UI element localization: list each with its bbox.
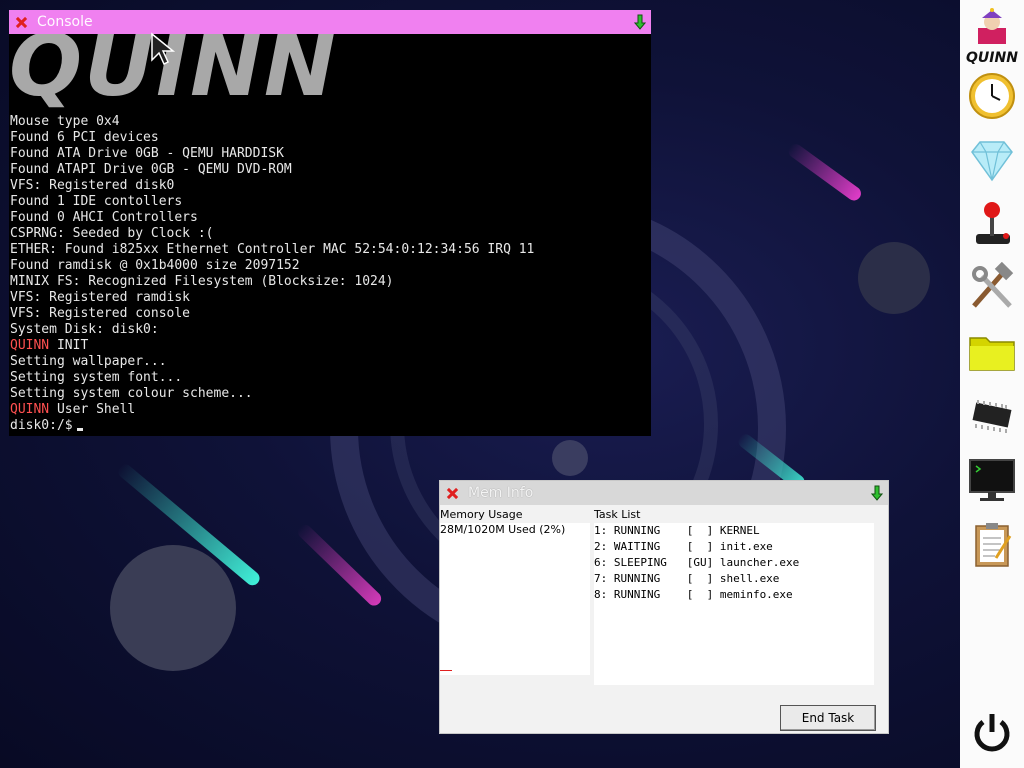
console-line: VFS: Registered console bbox=[10, 306, 534, 322]
console-line-text: Setting wallpaper... bbox=[10, 354, 167, 369]
task-row[interactable]: 2: WAITING [ ] init.exe bbox=[594, 539, 874, 555]
end-task-button[interactable]: End Task bbox=[780, 705, 876, 731]
console-line-text: VFS: Registered console bbox=[10, 306, 191, 321]
meminfo-window[interactable]: Mem Info Memory Usage 28M/1020M Used (2%… bbox=[439, 480, 889, 734]
console-line: CSPRNG: Seeded by Clock :( bbox=[10, 226, 534, 242]
console-line-text: Mouse type 0x4 bbox=[10, 114, 120, 129]
console-line: Found ramdisk @ 0x1b4000 size 2097152 bbox=[10, 258, 534, 274]
console-line: Found ATA Drive 0GB - QEMU HARDDISK bbox=[10, 146, 534, 162]
console-line: Found ATAPI Drive 0GB - QEMU DVD-ROM bbox=[10, 162, 534, 178]
console-line-text: VFS: Registered disk0 bbox=[10, 178, 175, 193]
dock: QUINN bbox=[960, 0, 1024, 768]
task-row[interactable]: 6: SLEEPING [GU] launcher.exe bbox=[594, 555, 874, 571]
task-row[interactable]: 8: RUNNING [ ] meminfo.exe bbox=[594, 587, 874, 603]
console-line-text: System Disk: disk0: bbox=[10, 322, 159, 337]
console-window[interactable]: Console QUINN Mouse type 0x4 Found 6 PCI … bbox=[9, 10, 651, 436]
chip-icon[interactable] bbox=[966, 390, 1018, 442]
console-titlebar[interactable]: Console bbox=[9, 10, 651, 34]
console-line-text: Setting system font... bbox=[10, 370, 183, 385]
memory-graph: 28M/1020M Used (2%) bbox=[440, 523, 590, 675]
task-list[interactable]: 1: RUNNING [ ] KERNEL 2: WAITING [ ] init… bbox=[594, 523, 874, 685]
console-line-text: Setting system colour scheme... bbox=[10, 386, 253, 401]
console-line-text: VFS: Registered ramdisk bbox=[10, 290, 191, 305]
power-icon[interactable] bbox=[966, 708, 1018, 760]
console-prompt-line[interactable]: disk0:/$ bbox=[10, 418, 534, 434]
console-line: VFS: Registered ramdisk bbox=[10, 290, 534, 306]
console-line-prefix: QUINN bbox=[10, 338, 50, 353]
console-line-text: Found 6 PCI devices bbox=[10, 130, 159, 145]
console-lines: Mouse type 0x4 Found 6 PCI devices Found A… bbox=[10, 114, 534, 434]
quinn-launcher-icon[interactable]: QUINN bbox=[966, 8, 1018, 66]
console-line: QUINN INIT bbox=[10, 338, 534, 354]
text-cursor bbox=[76, 428, 83, 431]
console-line-text: Found ATAPI Drive 0GB - QEMU DVD-ROM bbox=[10, 162, 292, 177]
console-line: Setting system colour scheme... bbox=[10, 386, 534, 402]
diamond-icon[interactable] bbox=[966, 134, 1018, 186]
task-row[interactable]: 7: RUNNING [ ] shell.exe bbox=[594, 571, 874, 587]
console-output[interactable]: QUINN Mouse type 0x4 Found 6 PCI devices F… bbox=[9, 34, 651, 436]
folder-icon[interactable] bbox=[966, 326, 1018, 378]
jester-icon bbox=[978, 8, 1006, 44]
meminfo-titlebar[interactable]: Mem Info bbox=[440, 481, 888, 505]
meminfo-title: Mem Info bbox=[468, 485, 534, 501]
clock-icon[interactable] bbox=[966, 70, 1018, 122]
notepad-icon[interactable] bbox=[966, 518, 1018, 570]
console-line-text: CSPRNG: Seeded by Clock :( bbox=[10, 226, 214, 241]
console-close-icon[interactable] bbox=[9, 10, 33, 34]
memory-usage-bar bbox=[440, 670, 452, 671]
memory-usage-value: 28M/1020M Used (2%) bbox=[440, 523, 566, 536]
task-row[interactable]: 1: RUNNING [ ] KERNEL bbox=[594, 523, 874, 539]
console-line: VFS: Registered disk0 bbox=[10, 178, 534, 194]
console-line: Found 1 IDE contollers bbox=[10, 194, 534, 210]
console-line-text: Found 0 AHCI Controllers bbox=[10, 210, 198, 225]
console-line-text: Found 1 IDE contollers bbox=[10, 194, 183, 209]
quinn-launcher-label: QUINN bbox=[966, 50, 1018, 66]
tools-icon[interactable] bbox=[966, 261, 1018, 314]
console-line-text: ETHER: Found i825xx Ethernet Controller … bbox=[10, 242, 535, 257]
mouse-pointer bbox=[150, 32, 176, 70]
console-line-text: Found ATA Drive 0GB - QEMU HARDDISK bbox=[10, 146, 284, 161]
console-line: Found 0 AHCI Controllers bbox=[10, 210, 534, 226]
console-line-text: User Shell bbox=[49, 402, 136, 417]
console-line: ETHER: Found i825xx Ethernet Controller … bbox=[10, 242, 534, 258]
console-title: Console bbox=[37, 14, 93, 30]
memory-usage-label: Memory Usage bbox=[440, 508, 523, 521]
console-line: System Disk: disk0: bbox=[10, 322, 534, 338]
console-line: MINIX FS: Recognized Filesystem (Blocksi… bbox=[10, 274, 534, 290]
task-list-label: Task List bbox=[594, 508, 641, 521]
console-line: Setting wallpaper... bbox=[10, 354, 534, 370]
meminfo-close-icon[interactable] bbox=[440, 481, 464, 505]
console-prompt: disk0:/$ bbox=[10, 418, 73, 433]
joystick-icon[interactable] bbox=[966, 198, 1018, 250]
console-line-text: INIT bbox=[49, 338, 89, 353]
console-line-text: MINIX FS: Recognized Filesystem (Blocksi… bbox=[10, 274, 394, 289]
console-line: Found 6 PCI devices bbox=[10, 130, 534, 146]
console-line: QUINN User Shell bbox=[10, 402, 534, 418]
console-line-prefix: QUINN bbox=[10, 402, 50, 417]
meminfo-minimize-icon[interactable] bbox=[868, 481, 888, 505]
console-line: Mouse type 0x4 bbox=[10, 114, 534, 130]
console-line: Setting system font... bbox=[10, 370, 534, 386]
terminal-icon[interactable] bbox=[966, 454, 1018, 506]
console-minimize-icon[interactable] bbox=[631, 10, 651, 34]
console-line-text: Found ramdisk @ 0x1b4000 size 2097152 bbox=[10, 258, 300, 273]
